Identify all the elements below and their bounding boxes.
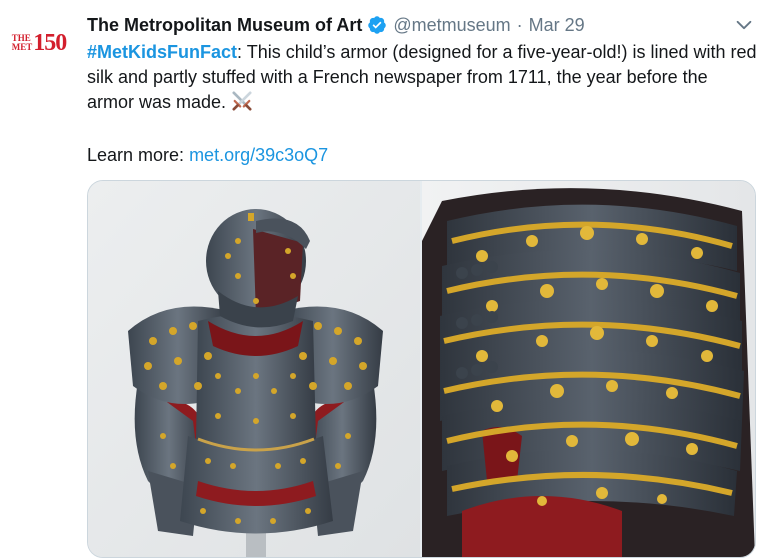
separator-dot: · xyxy=(516,14,523,35)
chevron-down-icon[interactable] xyxy=(733,14,755,36)
avatar-logo-small-text: THE MET xyxy=(12,34,33,52)
armor-detail-photo[interactable] xyxy=(422,181,755,557)
verified-badge-icon xyxy=(368,16,387,34)
media-grid xyxy=(87,180,756,558)
avatar-logo-number: 150 xyxy=(33,29,67,56)
met-150-logo: THE MET 150 xyxy=(12,29,68,57)
handle[interactable]: @metmuseum xyxy=(393,15,510,36)
timestamp[interactable]: Mar 29 xyxy=(529,15,585,36)
tweet-text: #MetKidsFunFact: This child’s armor (des… xyxy=(87,40,757,115)
learn-more-line: Learn more: met.org/39c3oQ7 xyxy=(87,143,328,168)
armor-full-photo[interactable] xyxy=(88,181,420,557)
learn-more-link[interactable]: met.org/39c3oQ7 xyxy=(189,145,328,165)
crossed-swords-icon xyxy=(232,91,252,111)
avatar-met: MET xyxy=(11,42,33,52)
display-name[interactable]: The Metropolitan Museum of Art xyxy=(87,15,362,36)
hashtag-link[interactable]: #MetKidsFunFact xyxy=(87,42,237,62)
learn-more-label: Learn more: xyxy=(87,145,190,165)
tweet-header: The Metropolitan Museum of Art @metmuseu… xyxy=(87,12,585,38)
avatar[interactable]: THE MET 150 xyxy=(6,10,72,76)
tweet[interactable]: THE MET 150 The Metropolitan Museum of A… xyxy=(0,0,770,560)
